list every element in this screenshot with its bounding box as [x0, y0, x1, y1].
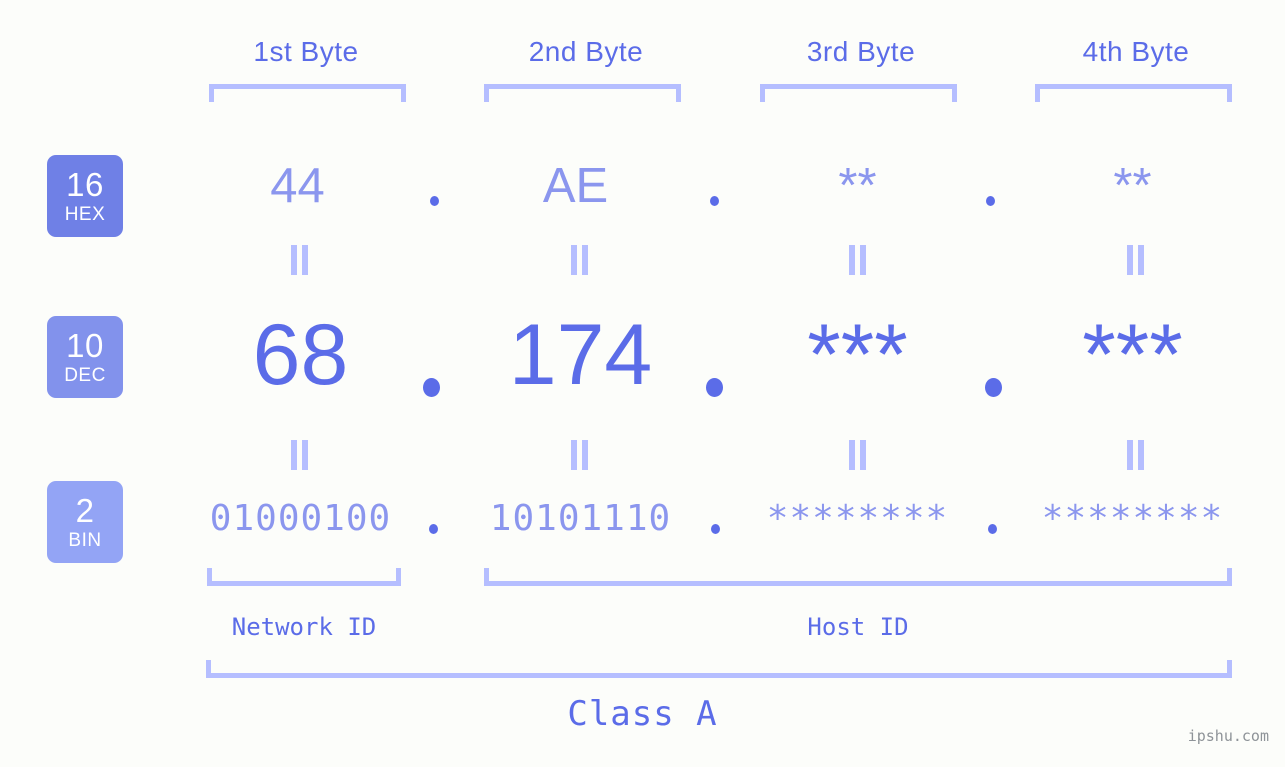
hex-separator-dot-2	[710, 196, 719, 206]
equals-connector-hex-dec-1	[289, 245, 311, 275]
site-watermark: ipshu.com	[1187, 727, 1269, 745]
equals-connector-hex-dec-3	[847, 245, 869, 275]
equals-connector-dec-bin-4	[1125, 440, 1147, 470]
base-badge-dec-abbr: DEC	[64, 365, 106, 386]
base-badge-hex: 16 HEX	[47, 155, 123, 237]
hex-byte-2: AE	[542, 159, 609, 213]
dec-separator-dot-2	[706, 378, 723, 397]
network-id-label: Network ID	[231, 613, 377, 641]
hex-separator-dot-1	[430, 196, 439, 206]
hex-byte-4: **	[1113, 159, 1152, 213]
base-badge-bin: 2 BIN	[47, 481, 123, 563]
base-badge-dec: 10 DEC	[47, 316, 123, 398]
dec-byte-4: ***	[1082, 307, 1183, 403]
base-badge-bin-number: 2	[75, 492, 95, 529]
hex-byte-1: 44	[270, 159, 325, 213]
byte-header-2: 2nd Byte	[528, 36, 644, 67]
base-badge-hex-number: 16	[66, 166, 104, 203]
dec-separator-dot-1	[423, 378, 440, 397]
hex-separator-dot-3	[986, 196, 995, 206]
host-id-label: Host ID	[807, 613, 909, 641]
equals-connector-hex-dec-2	[569, 245, 591, 275]
bin-byte-3: ********	[766, 498, 949, 539]
dec-byte-1: 68	[252, 307, 349, 403]
base-badge-bin-abbr: BIN	[68, 530, 102, 551]
hex-byte-3: **	[838, 159, 877, 213]
network-id-bracket	[207, 568, 401, 586]
byte-header-4: 4th Byte	[1082, 36, 1190, 67]
equals-connector-dec-bin-3	[847, 440, 869, 470]
byte-bracket-top-1	[209, 84, 406, 102]
bin-byte-2: 10101110	[489, 498, 672, 539]
byte-header-3: 3rd Byte	[806, 36, 916, 67]
host-id-bracket	[484, 568, 1232, 586]
base-badge-dec-number: 10	[66, 327, 104, 364]
dec-byte-2: 174	[508, 307, 653, 403]
base-badge-hex-abbr: HEX	[64, 204, 106, 225]
byte-bracket-top-4	[1035, 84, 1232, 102]
bin-separator-dot-3	[988, 524, 997, 534]
byte-bracket-top-2	[484, 84, 681, 102]
bin-separator-dot-1	[429, 524, 438, 534]
equals-connector-hex-dec-4	[1125, 245, 1147, 275]
ip-byte-breakdown-diagram: 1st Byte 2nd Byte 3rd Byte 4th Byte 16 H…	[0, 0, 1285, 767]
byte-header-1: 1st Byte	[253, 36, 359, 67]
address-class-label: Class A	[567, 694, 718, 734]
bin-separator-dot-2	[711, 524, 720, 534]
equals-connector-dec-bin-2	[569, 440, 591, 470]
bin-byte-4: ********	[1041, 498, 1224, 539]
equals-connector-dec-bin-1	[289, 440, 311, 470]
byte-bracket-top-3	[760, 84, 957, 102]
class-bracket	[206, 660, 1232, 678]
bin-byte-1: 01000100	[209, 498, 392, 539]
dec-byte-3: ***	[807, 307, 908, 403]
dec-separator-dot-3	[985, 378, 1002, 397]
